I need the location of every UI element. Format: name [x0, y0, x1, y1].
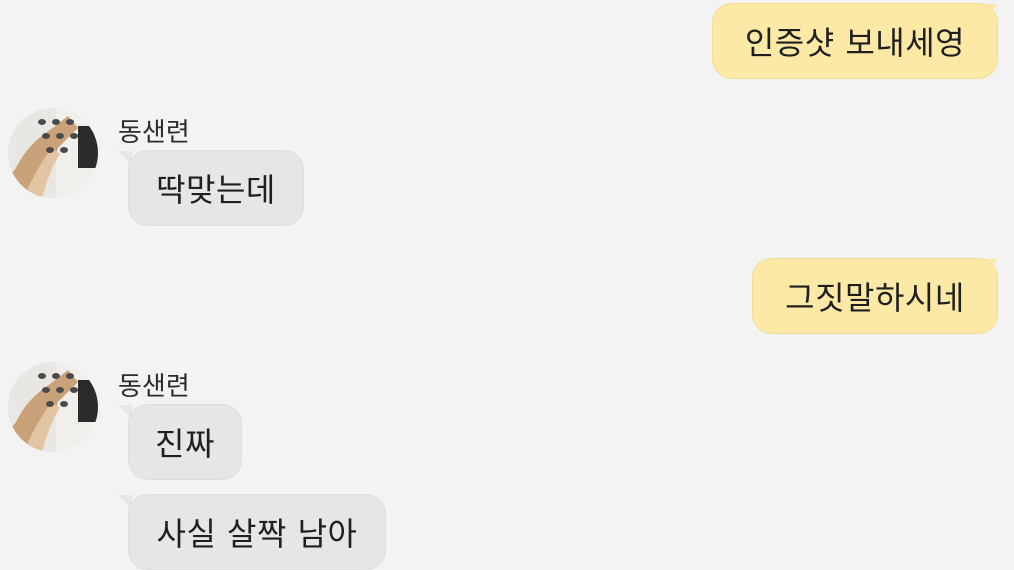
sender-avatar[interactable]	[8, 362, 98, 452]
sender-name: 동샌련	[118, 118, 190, 148]
profile-photo-icon	[8, 108, 98, 198]
my-message-bubble[interactable]: 그짓말하시네	[752, 258, 998, 334]
sender-name: 동샌련	[118, 372, 190, 402]
profile-photo-icon	[8, 362, 98, 452]
their-message-bubble[interactable]: 사실 살짝 남아	[128, 494, 386, 570]
message-text: 사실 살짝 남아	[156, 515, 358, 553]
my-message-bubble[interactable]: 인증샷 보내세영	[712, 3, 998, 79]
chat-window: 인증샷 보내세영 동샌련 딱맞는데 그짓말하시네 동샌련 진짜 사실 살짝 남아	[0, 0, 1014, 570]
their-message-bubble[interactable]: 진짜	[128, 404, 242, 480]
sender-avatar[interactable]	[8, 108, 98, 198]
message-text: 그짓말하시네	[785, 279, 965, 317]
their-message-bubble[interactable]: 딱맞는데	[128, 150, 304, 226]
message-text: 인증샷 보내세영	[744, 24, 966, 62]
message-text: 진짜	[155, 425, 215, 463]
message-text: 딱맞는데	[156, 171, 276, 209]
